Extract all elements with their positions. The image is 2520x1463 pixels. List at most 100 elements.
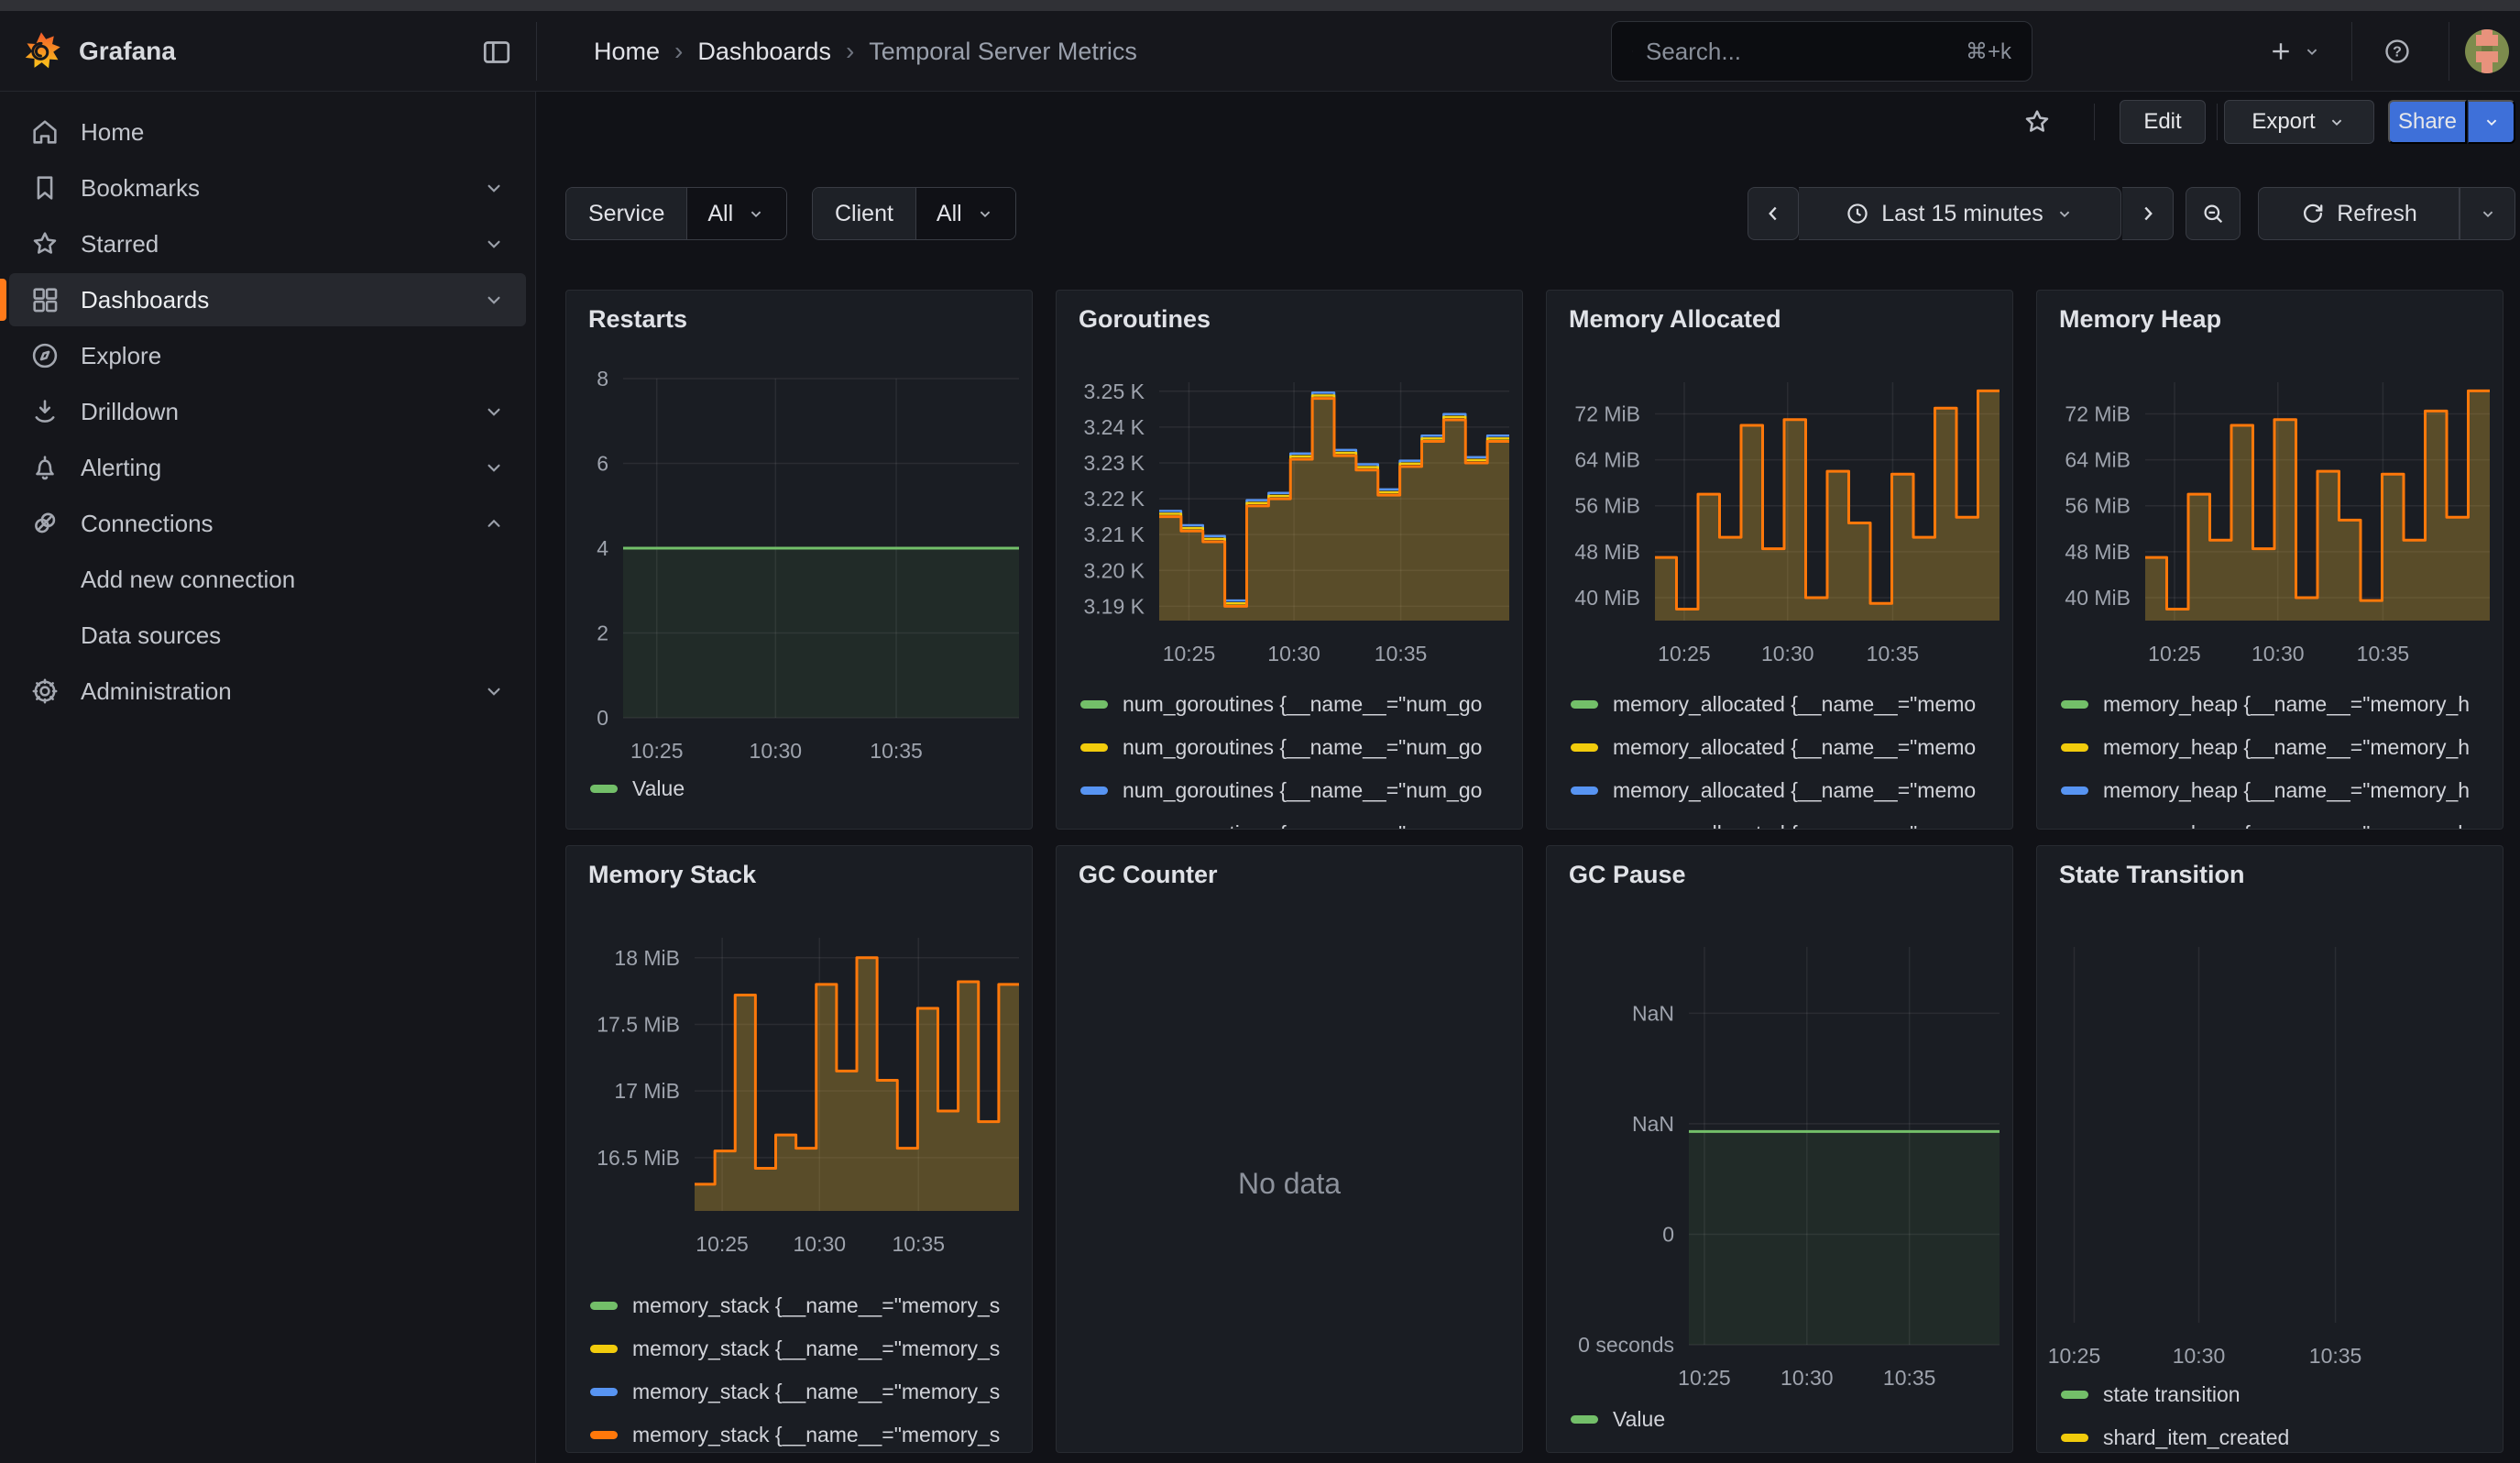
- legend-label: memory_heap {__name__="memory_h: [2103, 692, 2470, 717]
- home-icon: [29, 116, 60, 148]
- sidebar-item-dashboards[interactable]: Dashboards: [9, 273, 526, 326]
- sidebar-item-label: Add new connection: [81, 566, 295, 594]
- legend-label: num_goroutines {__name__="num_go: [1123, 821, 1482, 830]
- sidebar-item-explore[interactable]: Explore: [9, 329, 526, 382]
- legend-item[interactable]: memory_stack {__name__="memory_s: [590, 1380, 1000, 1404]
- sidebar-item-starred[interactable]: Starred: [9, 217, 526, 270]
- sidebar: Home BookmarksStarredDashboards Explore Dri…: [0, 92, 536, 1463]
- refresh-button[interactable]: Refresh: [2258, 187, 2460, 240]
- help-icon: ?: [2383, 37, 2412, 66]
- svg-text:3.25 K: 3.25 K: [1084, 380, 1145, 403]
- svg-text:17.5 MiB: 17.5 MiB: [597, 1012, 680, 1036]
- svg-text:10:30: 10:30: [1780, 1366, 1834, 1390]
- chart-gc_pause[interactable]: 0 seconds0NaNNaN10:2510:3010:35: [1547, 846, 2013, 1453]
- active-indicator: [0, 279, 6, 321]
- new-menu-button[interactable]: [2256, 31, 2333, 72]
- chart-state_transition[interactable]: 10:2510:3010:35: [2037, 846, 2504, 1453]
- sidebar-item-alerting[interactable]: Alerting: [9, 441, 526, 494]
- svg-text:8: 8: [597, 367, 608, 390]
- filter-value-dropdown[interactable]: All: [915, 188, 1015, 239]
- legend-item[interactable]: memory_allocated {__name__="memo: [1571, 821, 1976, 830]
- search-input[interactable]: [1646, 38, 1953, 66]
- svg-text:40 MiB: 40 MiB: [2065, 586, 2131, 610]
- svg-text:10:35: 10:35: [892, 1232, 945, 1256]
- legend-swatch: [1571, 700, 1598, 709]
- time-range-back-button[interactable]: [1748, 187, 1799, 240]
- svg-text:3.22 K: 3.22 K: [1084, 487, 1145, 511]
- legend-swatch: [1571, 1415, 1598, 1424]
- refresh-interval-button[interactable]: [2460, 187, 2515, 240]
- svg-text:64 MiB: 64 MiB: [2065, 448, 2131, 472]
- legend-item[interactable]: Value: [590, 776, 685, 801]
- legend-swatch: [2061, 1391, 2088, 1399]
- chart-memory_stack[interactable]: 16.5 MiB17 MiB17.5 MiB18 MiB10:2510:3010…: [566, 846, 1033, 1453]
- filter-label: Service: [566, 188, 686, 239]
- legend-item[interactable]: memory_heap {__name__="memory_h: [2061, 692, 2470, 717]
- sidebar-item-bookmarks[interactable]: Bookmarks: [9, 161, 526, 214]
- sidebar-item-home[interactable]: Home: [9, 105, 526, 159]
- sidebar-item-label: Explore: [81, 342, 161, 370]
- legend-item[interactable]: memory_allocated {__name__="memo: [1571, 735, 1976, 760]
- sidebar-item-connections[interactable]: Connections: [9, 497, 526, 550]
- legend-item[interactable]: memory_allocated {__name__="memo: [1571, 692, 1976, 717]
- breadcrumb-dashboards[interactable]: Dashboards: [697, 38, 831, 66]
- chevron-down-icon: [482, 456, 506, 479]
- sidebar-item-administration[interactable]: Administration: [9, 665, 526, 718]
- help-button[interactable]: ?: [2373, 31, 2421, 72]
- panel-memory_heap: Memory Heap40 MiB48 MiB56 MiB64 MiB72 Mi…: [2036, 290, 2504, 830]
- filter-label: Client: [813, 188, 915, 239]
- svg-text:10:25: 10:25: [1678, 1366, 1731, 1390]
- svg-text:72 MiB: 72 MiB: [1574, 402, 1640, 425]
- filter-value: All: [937, 201, 962, 227]
- svg-text:10:30: 10:30: [1267, 642, 1320, 666]
- svg-text:6: 6: [597, 452, 608, 476]
- legend-label: num_goroutines {__name__="num_go: [1123, 778, 1482, 803]
- compass-icon: [29, 340, 60, 371]
- sidebar-item-label: Home: [81, 118, 144, 147]
- legend-swatch: [2061, 700, 2088, 709]
- legend-label: num_goroutines {__name__="num_go: [1123, 735, 1482, 760]
- svg-text:10:25: 10:25: [2148, 642, 2201, 666]
- legend-item[interactable]: memory_heap {__name__="memory_h: [2061, 735, 2470, 760]
- time-range-forward-button[interactable]: [2122, 187, 2174, 240]
- legend-item[interactable]: Value: [1571, 1407, 1665, 1432]
- chart-gc_counter[interactable]: [1057, 846, 1523, 1453]
- legend-label: memory_allocated {__name__="memo: [1613, 735, 1976, 760]
- legend-item[interactable]: shard_item_created: [2061, 1425, 2289, 1450]
- legend-label: shard_item_created: [2103, 1425, 2289, 1450]
- sidebar-toggle-icon[interactable]: [480, 36, 513, 69]
- breadcrumb-separator: ›: [674, 37, 683, 66]
- svg-text:3.21 K: 3.21 K: [1084, 522, 1145, 546]
- legend-item[interactable]: num_goroutines {__name__="num_go: [1080, 821, 1482, 830]
- filter-value-dropdown[interactable]: All: [686, 188, 786, 239]
- search-box[interactable]: ⌘+k: [1611, 21, 2032, 82]
- legend-swatch: [2061, 786, 2088, 795]
- legend-item[interactable]: memory_heap {__name__="memory_h: [2061, 821, 2470, 830]
- sidebar-item-add-new-connection[interactable]: Add new connection: [9, 553, 526, 606]
- legend-item[interactable]: memory_stack {__name__="memory_s: [590, 1336, 1000, 1361]
- grafana-logo-icon[interactable]: [20, 30, 62, 72]
- sidebar-item-label: Data sources: [81, 622, 221, 650]
- legend-item[interactable]: num_goroutines {__name__="num_go: [1080, 692, 1482, 717]
- svg-text:16.5 MiB: 16.5 MiB: [597, 1146, 680, 1170]
- chevron-down-icon: [2054, 204, 2075, 224]
- legend-item[interactable]: state transition: [2061, 1382, 2241, 1407]
- panel-gc_pause: GC Pause0 seconds0NaNNaN10:2510:3010:35V…: [1546, 845, 2013, 1453]
- legend-item[interactable]: memory_allocated {__name__="memo: [1571, 778, 1976, 803]
- time-range-picker[interactable]: Last 15 minutes: [1799, 187, 2121, 240]
- svg-text:3.24 K: 3.24 K: [1084, 415, 1145, 439]
- sidebar-item-data-sources[interactable]: Data sources: [9, 609, 526, 662]
- legend-item[interactable]: num_goroutines {__name__="num_go: [1080, 735, 1482, 760]
- legend-item[interactable]: num_goroutines {__name__="num_go: [1080, 778, 1482, 803]
- avatar[interactable]: [2465, 29, 2509, 73]
- svg-text:NaN: NaN: [1632, 1112, 1674, 1136]
- svg-text:?: ?: [2393, 45, 2402, 60]
- breadcrumb-home[interactable]: Home: [594, 38, 660, 66]
- chart-restarts[interactable]: 0246810:2510:3010:35: [566, 291, 1033, 830]
- svg-text:10:35: 10:35: [1375, 642, 1428, 666]
- time-zoom-out-button[interactable]: [2186, 187, 2241, 240]
- sidebar-item-drilldown[interactable]: Drilldown: [9, 385, 526, 438]
- legend-item[interactable]: memory_stack {__name__="memory_s: [590, 1293, 1000, 1318]
- legend-item[interactable]: memory_stack {__name__="memory_s: [590, 1423, 1000, 1447]
- legend-item[interactable]: memory_heap {__name__="memory_h: [2061, 778, 2470, 803]
